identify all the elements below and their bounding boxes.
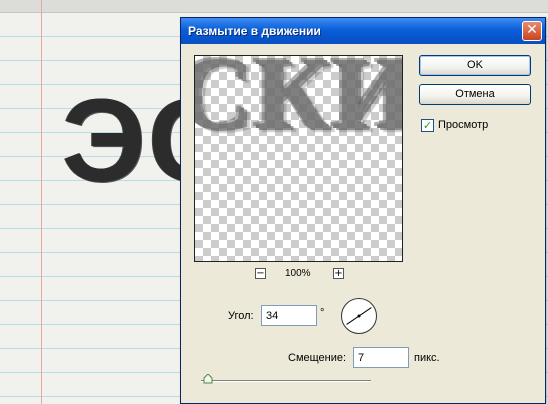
zoom-in-icon: + <box>334 268 343 279</box>
angle-unit: ° <box>320 307 325 319</box>
preview-text: СКИ <box>195 55 403 151</box>
paper-margin-line <box>41 0 42 404</box>
cancel-button[interactable]: Отмена <box>419 84 531 105</box>
angle-dial[interactable] <box>341 298 377 334</box>
close-button[interactable]: ✕ <box>522 21 542 41</box>
angle-label: Угол: <box>228 310 254 322</box>
distance-label: Смещение: <box>288 352 347 364</box>
distance-unit: пикс. <box>414 352 440 364</box>
dialog-title: Размытие в движении <box>188 24 321 38</box>
canvas-top-strip <box>0 0 548 13</box>
zoom-level: 100% <box>285 268 311 279</box>
checkmark-icon: ✓ <box>422 119 433 132</box>
angle-input[interactable] <box>261 305 317 326</box>
filter-preview[interactable]: СКИ <box>194 55 403 262</box>
preview-checkbox[interactable]: ✓ <box>421 119 434 132</box>
zoom-out-icon: − <box>256 268 265 279</box>
slider-thumb-icon[interactable] <box>203 374 213 384</box>
preview-checkbox-label[interactable]: Просмотр <box>438 119 488 131</box>
zoom-out-button[interactable]: − <box>255 268 266 279</box>
ok-button[interactable]: OK <box>419 55 531 76</box>
distance-input[interactable] <box>353 347 409 368</box>
close-icon: ✕ <box>526 22 538 38</box>
zoom-in-button[interactable]: + <box>333 268 344 279</box>
distance-slider-track[interactable] <box>201 380 371 382</box>
dialog-title-bar[interactable]: Размытие в движении ✕ <box>181 18 545 44</box>
motion-blur-dialog: Размытие в движении ✕ СКИ − 100% + OK От… <box>180 17 546 404</box>
angle-dial-icon <box>346 307 372 325</box>
